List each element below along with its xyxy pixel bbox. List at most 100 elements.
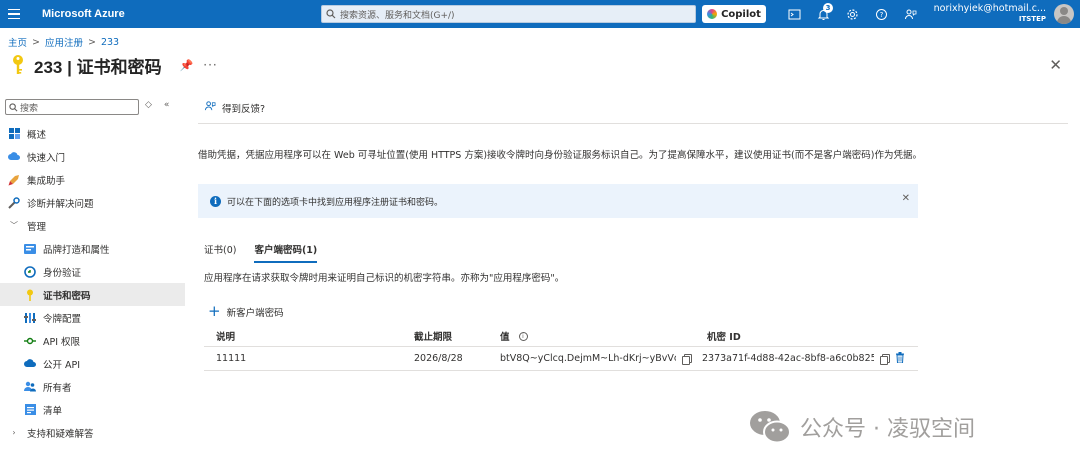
sidebar-group-support[interactable]: › 支持和疑难解答 [0, 421, 185, 444]
rocket-icon [7, 173, 21, 187]
sidebar-item-label: 清单 [43, 405, 63, 417]
column-header-expires: 截止期限 [414, 332, 453, 343]
collapse-sidebar-icon[interactable]: « [164, 100, 170, 110]
chevron-down-icon: ﹀ [10, 221, 18, 230]
sidebar-item-label: API 权限 [43, 336, 81, 348]
copilot-button[interactable]: Copilot [702, 5, 766, 23]
more-options-icon[interactable]: ··· [203, 58, 217, 72]
grid-icon [7, 127, 21, 141]
cloud-shell-icon[interactable] [780, 0, 809, 28]
info-text: 可以在下面的选项卡中找到应用程序注册证书和密码。 [227, 197, 444, 208]
plus-icon: + [208, 302, 221, 320]
dismiss-banner-icon[interactable]: ✕ [902, 193, 910, 204]
info-icon[interactable]: i [518, 331, 528, 341]
column-header-value: 值i [500, 329, 528, 343]
copy-icon[interactable] [682, 353, 692, 365]
breadcrumb: 主页 > 应用注册 > 233 [8, 35, 119, 50]
api-icon [23, 334, 37, 348]
secret-description: 11111 [216, 353, 247, 364]
sidebar-item-overview[interactable]: 概述 [0, 122, 185, 145]
owners-icon [23, 380, 37, 394]
secret-id-cell: 2373a71f-4d88-42ac-8bf8-a6c0b825... [702, 351, 905, 366]
wechat-logo-icon [748, 408, 792, 446]
table-header: 说明 截止期限 值i 机密 ID [204, 326, 918, 347]
watermark-text: 公众号 · 凌驭空间 [800, 417, 975, 442]
sidebar-item-manifest[interactable]: 清单 [0, 398, 185, 421]
key-icon [8, 54, 28, 76]
sidebar-item-label: 证书和密码 [43, 290, 91, 302]
copilot-label: Copilot [721, 8, 761, 20]
breadcrumb-app-registrations[interactable]: 应用注册 [45, 35, 83, 49]
cloud-api-icon [23, 357, 37, 371]
sidebar-item-certificates-secrets[interactable]: 证书和密码 [0, 283, 185, 306]
sidebar-item-diagnose[interactable]: 诊断并解决问题 [0, 191, 185, 214]
menu-icon[interactable] [6, 0, 30, 28]
settings-gear-icon[interactable] [838, 0, 867, 28]
sidebar-item-label: 所有者 [43, 382, 72, 394]
secret-value: btV8Q~yClcq.DejmM~Lh-dKrj~yBvVc... [500, 353, 676, 364]
brand-label[interactable]: Microsoft Azure [42, 8, 125, 20]
pin-icon[interactable]: 📌 [180, 59, 194, 72]
sidebar-item-expose-api[interactable]: 公开 API [0, 352, 185, 375]
sidebar-item-label: 品牌打造和属性 [43, 244, 110, 256]
copy-icon[interactable] [880, 353, 890, 365]
search-icon [322, 9, 340, 19]
chevron-right-icon: › [12, 428, 16, 437]
sidebar-item-label: 快速入门 [27, 152, 66, 164]
new-client-secret-button[interactable]: + 新客户端密码 [208, 304, 284, 319]
sidebar-item-authentication[interactable]: 身份验证 [0, 260, 185, 283]
breadcrumb-separator: > [88, 36, 96, 48]
sidebar-group-manage[interactable]: ﹀ 管理 [0, 214, 185, 237]
sidebar-item-quickstart[interactable]: 快速入门 [0, 145, 185, 168]
svg-text:?: ? [880, 11, 884, 19]
secrets-table: 说明 截止期限 值i 机密 ID 11111 2026/8/28 btV8Q~y… [204, 326, 918, 371]
breadcrumb-home[interactable]: 主页 [8, 35, 27, 49]
sidebar-item-api-permissions[interactable]: API 权限 [0, 329, 185, 352]
sidebar-item-owners[interactable]: 所有者 [0, 375, 185, 398]
account-email: norixhyiek@hotmail.c... [933, 3, 1046, 14]
tab-description: 应用程序在请求获取令牌时用来证明自己标识的机密字符串。亦称为"应用程序密码"。 [204, 273, 565, 284]
feedback-label: 得到反馈? [222, 103, 266, 115]
notification-badge: 3 [823, 3, 833, 13]
wrench-icon [7, 196, 21, 210]
new-client-secret-label: 新客户端密码 [226, 307, 284, 319]
sidebar-item-label: 身份验证 [43, 267, 82, 279]
feedback-person-icon[interactable] [896, 0, 925, 28]
account-tenant: ITSTEP [1018, 15, 1046, 23]
sidebar-search-input[interactable]: 搜索 [5, 99, 139, 115]
sidebar-item-label: 公开 API [43, 359, 81, 371]
cloud-icon [7, 150, 21, 164]
sidebar-item-token-configuration[interactable]: 令牌配置 [0, 306, 185, 329]
account-info[interactable]: norixhyiek@hotmail.c... ITSTEP [934, 3, 1046, 25]
table-row: 11111 2026/8/28 btV8Q~yClcq.DejmM~Lh-dKr… [204, 347, 918, 371]
divider [198, 123, 1068, 124]
tab-certificates[interactable]: 证书(0) [204, 242, 236, 263]
column-header-description: 说明 [216, 332, 236, 343]
info-banner: i 可以在下面的选项卡中找到应用程序注册证书和密码。 ✕ [198, 184, 918, 218]
global-search-input[interactable]: 搜索资源、服务和文档(G+/) [321, 5, 696, 23]
feedback-icon [204, 100, 216, 115]
top-bar: Microsoft Azure 搜索资源、服务和文档(G+/) Copilot … [0, 0, 1080, 28]
notifications-icon[interactable]: 3 [809, 0, 838, 28]
page-header: 233 | 证书和密码 📌 ··· [8, 52, 218, 78]
expand-collapse-icon[interactable]: ◇ [145, 100, 152, 110]
help-icon[interactable]: ? [867, 0, 896, 28]
secret-id: 2373a71f-4d88-42ac-8bf8-a6c0b825... [702, 353, 874, 364]
intro-text: 借助凭据，凭据应用程序可以在 Web 可寻址位置(使用 HTTPS 方案)接收令… [198, 150, 922, 161]
feedback-button[interactable]: 得到反馈? [204, 100, 265, 115]
sidebar-item-label: 诊断并解决问题 [27, 198, 94, 210]
delete-icon[interactable] [895, 351, 905, 366]
tab-client-secrets[interactable]: 客户端密码(1) [254, 242, 318, 263]
breadcrumb-app[interactable]: 233 [101, 37, 119, 48]
branding-icon [23, 242, 37, 256]
sidebar-item-branding[interactable]: 品牌打造和属性 [0, 237, 185, 260]
close-icon[interactable]: ✕ [1049, 56, 1062, 74]
token-icon [23, 311, 37, 325]
sidebar-item-label: 令牌配置 [43, 313, 82, 325]
key-icon [23, 288, 37, 302]
watermark: 公众号 · 凌驭空间 [748, 408, 975, 446]
sidebar-item-label: 集成助手 [27, 175, 66, 187]
sidebar-item-label: 管理 [27, 221, 47, 233]
sidebar-item-integration-assistant[interactable]: 集成助手 [0, 168, 185, 191]
avatar[interactable] [1054, 4, 1074, 24]
